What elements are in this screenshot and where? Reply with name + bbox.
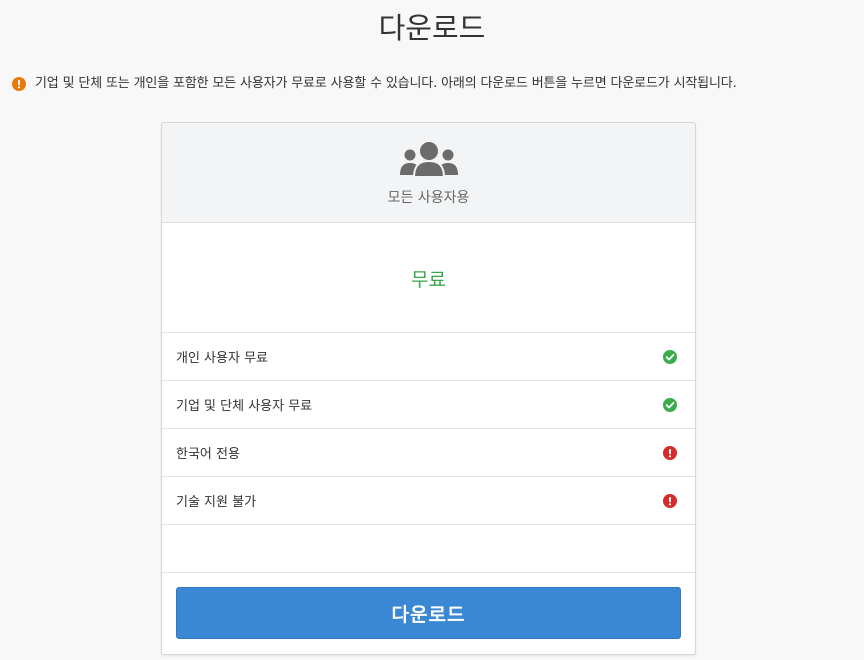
price-label: 무료 (411, 269, 446, 291)
download-area: 다운로드 (176, 587, 681, 639)
check-circle-icon (663, 349, 677, 364)
feature-row: 개인 사용자 무료 (162, 333, 695, 381)
feature-label: 한국어 전용 (176, 447, 240, 462)
plan-name: 모든 사용자용 (387, 190, 470, 206)
feature-label: 기술 지원 불가 (176, 495, 257, 510)
exclamation-circle-icon (663, 493, 677, 508)
empty-row (162, 525, 695, 573)
check-circle-icon (663, 397, 677, 412)
exclamation-circle-icon (12, 77, 26, 91)
notice-message: 기업 및 단체 또는 개인을 포함한 모든 사용자가 무료로 사용할 수 있습니… (12, 74, 860, 94)
feature-label: 개인 사용자 무료 (176, 351, 268, 366)
pricing-card: 모든 사용자용 무료 개인 사용자 무료 기업 및 단체 사용자 무료 한국어 … (161, 122, 696, 655)
feature-row: 기술 지원 불가 (162, 477, 695, 525)
download-button[interactable]: 다운로드 (176, 587, 681, 639)
card-header: 모든 사용자용 (162, 123, 695, 223)
feature-label: 기업 및 단체 사용자 무료 (176, 399, 313, 414)
price-section: 무료 (162, 223, 695, 333)
page-title: 다운로드 (378, 11, 486, 45)
feature-row: 한국어 전용 (162, 429, 695, 477)
exclamation-circle-icon (663, 445, 677, 460)
feature-row: 기업 및 단체 사용자 무료 (162, 381, 695, 429)
users-group-icon (400, 142, 458, 178)
notice-text: 기업 및 단체 또는 개인을 포함한 모든 사용자가 무료로 사용할 수 있습니… (35, 76, 737, 91)
